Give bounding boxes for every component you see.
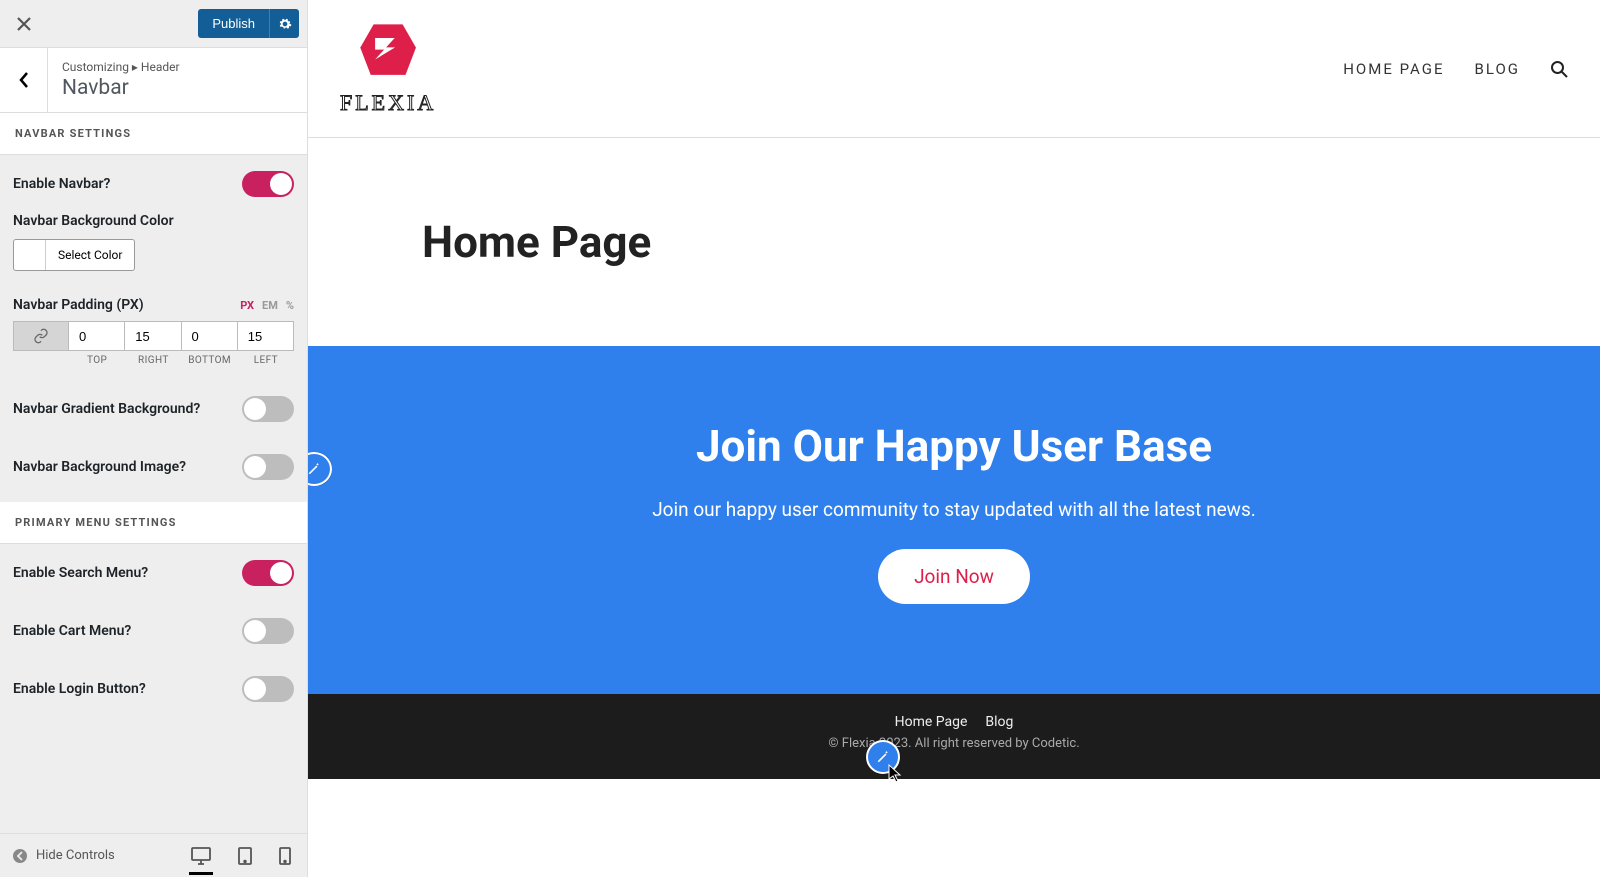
search-icon bbox=[1550, 60, 1568, 78]
unit-pct[interactable]: % bbox=[286, 299, 294, 312]
toggle-login-button[interactable] bbox=[242, 676, 294, 702]
logo-text: FLEXIA bbox=[340, 90, 436, 116]
pencil-icon bbox=[876, 750, 890, 764]
sidebar-topbar: Publish bbox=[0, 0, 307, 48]
padding-label-row: Navbar Padding (PX) PX EM % bbox=[0, 279, 307, 321]
site-preview: FLEXIA HOME PAGE BLOG Home Page Join Our… bbox=[308, 0, 1600, 877]
section-primary-menu: Primary Menu Settings bbox=[0, 502, 307, 544]
publish-group: Publish bbox=[198, 9, 299, 38]
color-select-button[interactable]: Select Color bbox=[46, 240, 134, 270]
customizer-sidebar: Publish Customizing ▸ Header Navbar Navb… bbox=[0, 0, 308, 877]
toggle-search-menu[interactable] bbox=[242, 560, 294, 586]
footer-copyright: © Flexia 2023. All right reserved by Cod… bbox=[308, 736, 1600, 751]
site-footer: Home Page Blog © Flexia 2023. All right … bbox=[308, 694, 1600, 779]
padding-sublabels: TOP RIGHT BOTTOM LEFT bbox=[13, 355, 294, 366]
label-navbar-padding: Navbar Padding (PX) bbox=[13, 297, 144, 313]
toggle-cart-menu[interactable] bbox=[242, 618, 294, 644]
unit-switcher: PX EM % bbox=[240, 299, 294, 312]
label-enable-navbar: Enable Navbar? bbox=[13, 176, 110, 192]
label-cart-menu: Enable Cart Menu? bbox=[13, 623, 131, 639]
label-search-menu: Enable Search Menu? bbox=[13, 565, 148, 581]
edit-shortcut-footer[interactable] bbox=[866, 740, 900, 774]
footer-links: Home Page Blog bbox=[308, 714, 1600, 730]
device-mobile[interactable] bbox=[275, 843, 295, 869]
hero-title: Join Our Happy User Base bbox=[328, 420, 1580, 472]
site-logo[interactable]: FLEXIA bbox=[340, 22, 436, 116]
sidebar-bottombar: Hide Controls bbox=[0, 833, 307, 877]
desktop-icon bbox=[191, 847, 211, 865]
hide-controls-label: Hide Controls bbox=[36, 848, 115, 863]
breadcrumb-path: Customizing ▸ Header bbox=[62, 60, 293, 74]
publish-settings-button[interactable] bbox=[269, 9, 299, 38]
unit-em[interactable]: EM bbox=[262, 299, 278, 312]
sublabel-right: RIGHT bbox=[125, 355, 181, 366]
footer-link-home[interactable]: Home Page bbox=[895, 714, 968, 730]
close-customizer-button[interactable] bbox=[0, 0, 48, 48]
label-bg-image: Navbar Background Image? bbox=[13, 459, 186, 475]
breadcrumb-row: Customizing ▸ Header Navbar bbox=[0, 48, 307, 113]
hero-cta-button[interactable]: Join Now bbox=[878, 549, 1030, 604]
device-tablet[interactable] bbox=[233, 843, 257, 869]
input-padding-bottom[interactable] bbox=[182, 321, 238, 351]
back-button[interactable] bbox=[0, 48, 48, 112]
color-swatch bbox=[14, 240, 46, 270]
label-login-button: Enable Login Button? bbox=[13, 681, 146, 697]
link-values-button[interactable] bbox=[13, 321, 69, 351]
hero-section: Join Our Happy User Base Join our happy … bbox=[308, 346, 1600, 694]
input-padding-left[interactable] bbox=[238, 321, 294, 351]
close-icon bbox=[16, 16, 32, 32]
breadcrumb-text: Customizing ▸ Header Navbar bbox=[48, 48, 307, 112]
toggle-gradient-bg[interactable] bbox=[242, 396, 294, 422]
gear-icon bbox=[278, 17, 292, 31]
toggle-bg-image[interactable] bbox=[242, 454, 294, 480]
site-nav: HOME PAGE BLOG bbox=[1343, 60, 1568, 78]
device-desktop[interactable] bbox=[187, 843, 215, 869]
nav-search-button[interactable] bbox=[1550, 60, 1568, 78]
mobile-icon bbox=[279, 847, 291, 865]
logo-mark bbox=[359, 22, 417, 80]
control-gradient-bg: Navbar Gradient Background? bbox=[0, 366, 307, 438]
unit-px[interactable]: PX bbox=[240, 299, 254, 312]
breadcrumb-title: Navbar bbox=[62, 76, 293, 100]
hero-subtitle: Join our happy user community to stay up… bbox=[328, 498, 1580, 521]
input-padding-right[interactable] bbox=[125, 321, 181, 351]
nav-home[interactable]: HOME PAGE bbox=[1343, 60, 1444, 78]
site-header: FLEXIA HOME PAGE BLOG bbox=[308, 0, 1600, 138]
toggle-enable-navbar[interactable] bbox=[242, 171, 294, 197]
nav-blog[interactable]: BLOG bbox=[1475, 60, 1521, 78]
chevron-left-icon bbox=[18, 71, 30, 89]
sublabel-top: TOP bbox=[69, 355, 125, 366]
pencil-icon bbox=[307, 462, 321, 476]
color-picker-navbar-bg[interactable]: Select Color bbox=[13, 239, 135, 271]
device-switcher bbox=[187, 843, 295, 869]
sidebar-scroll: Navbar Settings Enable Navbar? Navbar Ba… bbox=[0, 113, 307, 833]
sublabel-bottom: BOTTOM bbox=[182, 355, 238, 366]
padding-inputs bbox=[13, 321, 294, 351]
footer-link-blog[interactable]: Blog bbox=[985, 714, 1013, 730]
control-search-menu: Enable Search Menu? bbox=[0, 544, 307, 602]
control-bg-image: Navbar Background Image? bbox=[0, 438, 307, 502]
sublabel-left: LEFT bbox=[238, 355, 294, 366]
label-gradient-bg: Navbar Gradient Background? bbox=[13, 401, 200, 417]
page-title: Home Page bbox=[308, 138, 1600, 268]
hide-controls-button[interactable]: Hide Controls bbox=[12, 848, 115, 864]
tablet-icon bbox=[237, 847, 253, 865]
control-enable-navbar: Enable Navbar? bbox=[0, 155, 307, 213]
control-login-button: Enable Login Button? bbox=[0, 660, 307, 718]
publish-button[interactable]: Publish bbox=[198, 9, 269, 38]
label-navbar-bg-color: Navbar Background Color bbox=[0, 213, 307, 239]
input-padding-top[interactable] bbox=[69, 321, 125, 351]
control-cart-menu: Enable Cart Menu? bbox=[0, 602, 307, 660]
chevron-left-circle-icon bbox=[12, 848, 28, 864]
link-icon bbox=[33, 328, 49, 344]
section-navbar-settings: Navbar Settings bbox=[0, 113, 307, 155]
